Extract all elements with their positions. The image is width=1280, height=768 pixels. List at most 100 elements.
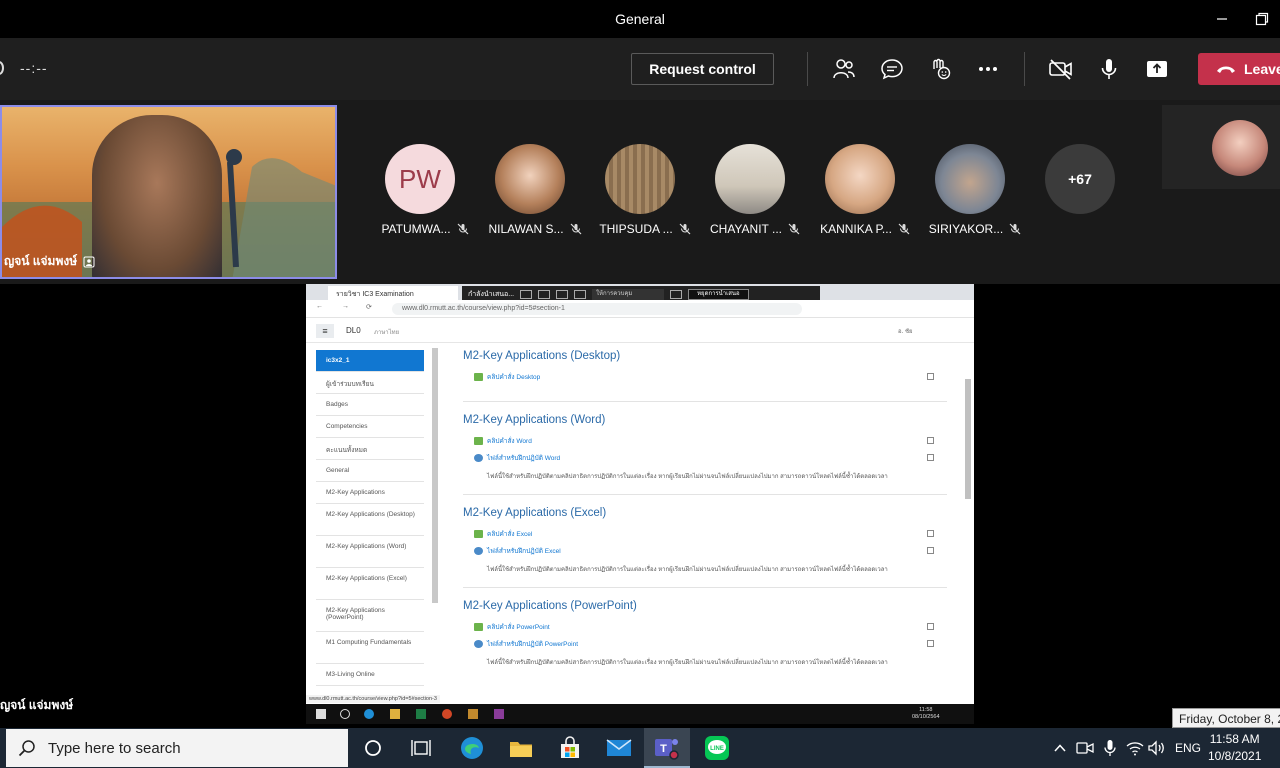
sidebar-item[interactable]: M3-Living Online <box>316 664 424 686</box>
give-control-dropdown[interactable]: ให้การควบคุม <box>592 288 665 300</box>
stop-presenting-button[interactable]: หยุดการนำเสนอ <box>688 288 749 300</box>
participant-tile[interactable]: CHAYANIT ... <box>700 144 800 236</box>
tray-microphone-button[interactable] <box>1099 734 1121 762</box>
participant-tile[interactable]: PW PATUMWA... <box>370 144 470 236</box>
taskbar-search[interactable]: Type here to search <box>6 729 348 767</box>
forward-icon[interactable]: → <box>342 303 349 310</box>
leave-button[interactable]: Leave <box>1198 53 1280 85</box>
layout-icon[interactable] <box>520 289 533 299</box>
activity-item[interactable]: คลิปคำสั่ง Word <box>463 436 953 453</box>
cortana-button[interactable] <box>359 734 387 762</box>
microphone-button[interactable] <box>1096 56 1122 82</box>
minimize-icon <box>1217 18 1227 20</box>
remote-search-icon[interactable] <box>340 709 350 719</box>
edge-button[interactable] <box>458 734 486 762</box>
section-title[interactable]: M2-Key Applications (PowerPoint) <box>463 600 953 612</box>
chevron-up-icon <box>1054 744 1066 752</box>
teams-button[interactable]: T <box>653 734 681 762</box>
activity-item[interactable]: ไฟล์สำหรับฝึกปฏิบัติ PowerPoint <box>463 639 953 656</box>
sidebar-item[interactable]: M1 Computing Fundamentals <box>316 632 424 664</box>
activity-item[interactable]: คลิปคำสั่ง Excel <box>463 529 953 546</box>
sidebar-item[interactable]: Badges <box>316 394 424 416</box>
activity-item[interactable]: คลิปคำสั่ง PowerPoint <box>463 622 953 639</box>
file-explorer-button[interactable] <box>507 734 535 762</box>
completion-checkbox <box>927 454 934 461</box>
back-icon[interactable]: ← <box>316 303 323 310</box>
layout-icon[interactable] <box>538 289 551 299</box>
sidebar-item[interactable]: M2-Key Applications (Desktop) <box>316 504 424 536</box>
section-divider <box>463 587 947 588</box>
task-view-button[interactable] <box>407 734 435 762</box>
presenter-video[interactable]: ญจน์ แจ่มพงษ์ <box>0 105 337 279</box>
fullscreen-icon[interactable] <box>670 289 683 299</box>
more-participants-button[interactable]: +67 <box>1045 144 1115 214</box>
taskbar-clock[interactable]: 11:58 AM 10/8/2021 <box>1208 731 1261 765</box>
remote-folder-icon[interactable] <box>390 709 400 719</box>
sidebar-item[interactable]: M2-Key Applications (Word) <box>316 536 424 568</box>
sidebar-item[interactable]: M2-Key Applications (Excel) <box>316 568 424 600</box>
participant-tile[interactable]: KANNIKA P... <box>810 144 910 236</box>
section-title[interactable]: M2-Key Applications (Word) <box>463 414 953 426</box>
input-language[interactable]: ENG <box>1175 741 1201 755</box>
task-view-icon <box>411 740 431 756</box>
share-screen-button[interactable] <box>1144 56 1170 82</box>
maximize-button[interactable] <box>1250 8 1274 30</box>
sidebar-scrollbar[interactable] <box>432 348 438 603</box>
content-scrollbar[interactable] <box>965 379 971 499</box>
more-options-button[interactable] <box>975 56 1001 82</box>
line-button[interactable]: LINE <box>703 734 731 762</box>
user-menu[interactable]: อ. ชัย <box>898 326 913 336</box>
participant-tile[interactable]: SIRIYAKOR... <box>920 144 1021 236</box>
participant-name: NILAWAN S... <box>480 222 590 236</box>
divider <box>1024 52 1025 86</box>
participants-button[interactable] <box>831 56 857 82</box>
minimize-button[interactable] <box>1210 8 1234 30</box>
remote-edge-icon[interactable] <box>364 709 374 719</box>
share-tray-icon <box>1147 61 1167 77</box>
store-button[interactable] <box>556 734 584 762</box>
activity-item[interactable]: ไฟล์สำหรับฝึกปฏิบัติ Excel <box>463 546 953 563</box>
remote-start-icon[interactable] <box>316 709 326 719</box>
shared-screen[interactable]: รายวิชา IC3 Examination กำลังนำเสนอ... ใ… <box>306 284 974 724</box>
avatar <box>825 144 895 214</box>
url-field[interactable]: www.dl0.rmutt.ac.th/course/view.php?id=5… <box>392 303 802 315</box>
browser-tab[interactable]: รายวิชา IC3 Examination <box>328 286 458 300</box>
menu-icon[interactable]: ≡ <box>316 324 334 338</box>
mail-button[interactable] <box>605 734 633 762</box>
sidebar-item[interactable]: ผู้เข้าร่วมบทเรียน <box>316 372 424 394</box>
section-title[interactable]: M2-Key Applications (Desktop) <box>463 350 953 362</box>
layout-icon[interactable] <box>574 289 587 299</box>
avatar <box>715 144 785 214</box>
remote-app-icon[interactable] <box>442 709 452 719</box>
site-name[interactable]: DL0 <box>346 326 361 335</box>
activity-item[interactable]: ไฟล์สำหรับฝึกปฏิบัติ Word <box>463 453 953 470</box>
reactions-button[interactable] <box>927 56 953 82</box>
camera-toggle-button[interactable] <box>1048 56 1074 82</box>
volume-button[interactable] <box>1146 734 1168 762</box>
sidebar-item[interactable]: Competencies <box>316 416 424 438</box>
show-hidden-icons-button[interactable] <box>1050 734 1070 762</box>
layout-icon[interactable] <box>556 289 569 299</box>
teams-icon: T <box>655 739 679 760</box>
activity-item[interactable]: คลิปคำสั่ง Desktop <box>463 372 953 389</box>
participant-tile[interactable]: THIPSUDA ... <box>590 144 691 236</box>
language-menu[interactable]: ภาษาไทย <box>374 327 399 337</box>
participant-tile[interactable]: NILAWAN S... <box>480 144 581 236</box>
sidebar-item[interactable]: ic3x2_1 <box>316 350 424 372</box>
network-button[interactable] <box>1124 734 1146 762</box>
self-view[interactable] <box>1162 105 1280 189</box>
remote-app-icon[interactable] <box>468 709 478 719</box>
sidebar-item[interactable]: General <box>316 460 424 482</box>
sidebar-item[interactable]: M2-Key Applications <box>316 482 424 504</box>
chat-button[interactable] <box>879 56 905 82</box>
request-control-button[interactable]: Request control <box>631 53 774 85</box>
sidebar-item[interactable]: คะแนนทั้งหมด <box>316 438 424 460</box>
remote-excel-icon[interactable] <box>416 709 426 719</box>
meet-now-button[interactable] <box>1074 734 1096 762</box>
folder-icon <box>510 742 532 757</box>
section-title[interactable]: M2-Key Applications (Excel) <box>463 507 953 519</box>
remote-app-icon[interactable] <box>494 709 504 719</box>
refresh-icon[interactable]: ⟳ <box>366 303 372 311</box>
store-icon <box>561 736 579 758</box>
sidebar-item[interactable]: M2-Key Applications (PowerPoint) <box>316 600 424 632</box>
